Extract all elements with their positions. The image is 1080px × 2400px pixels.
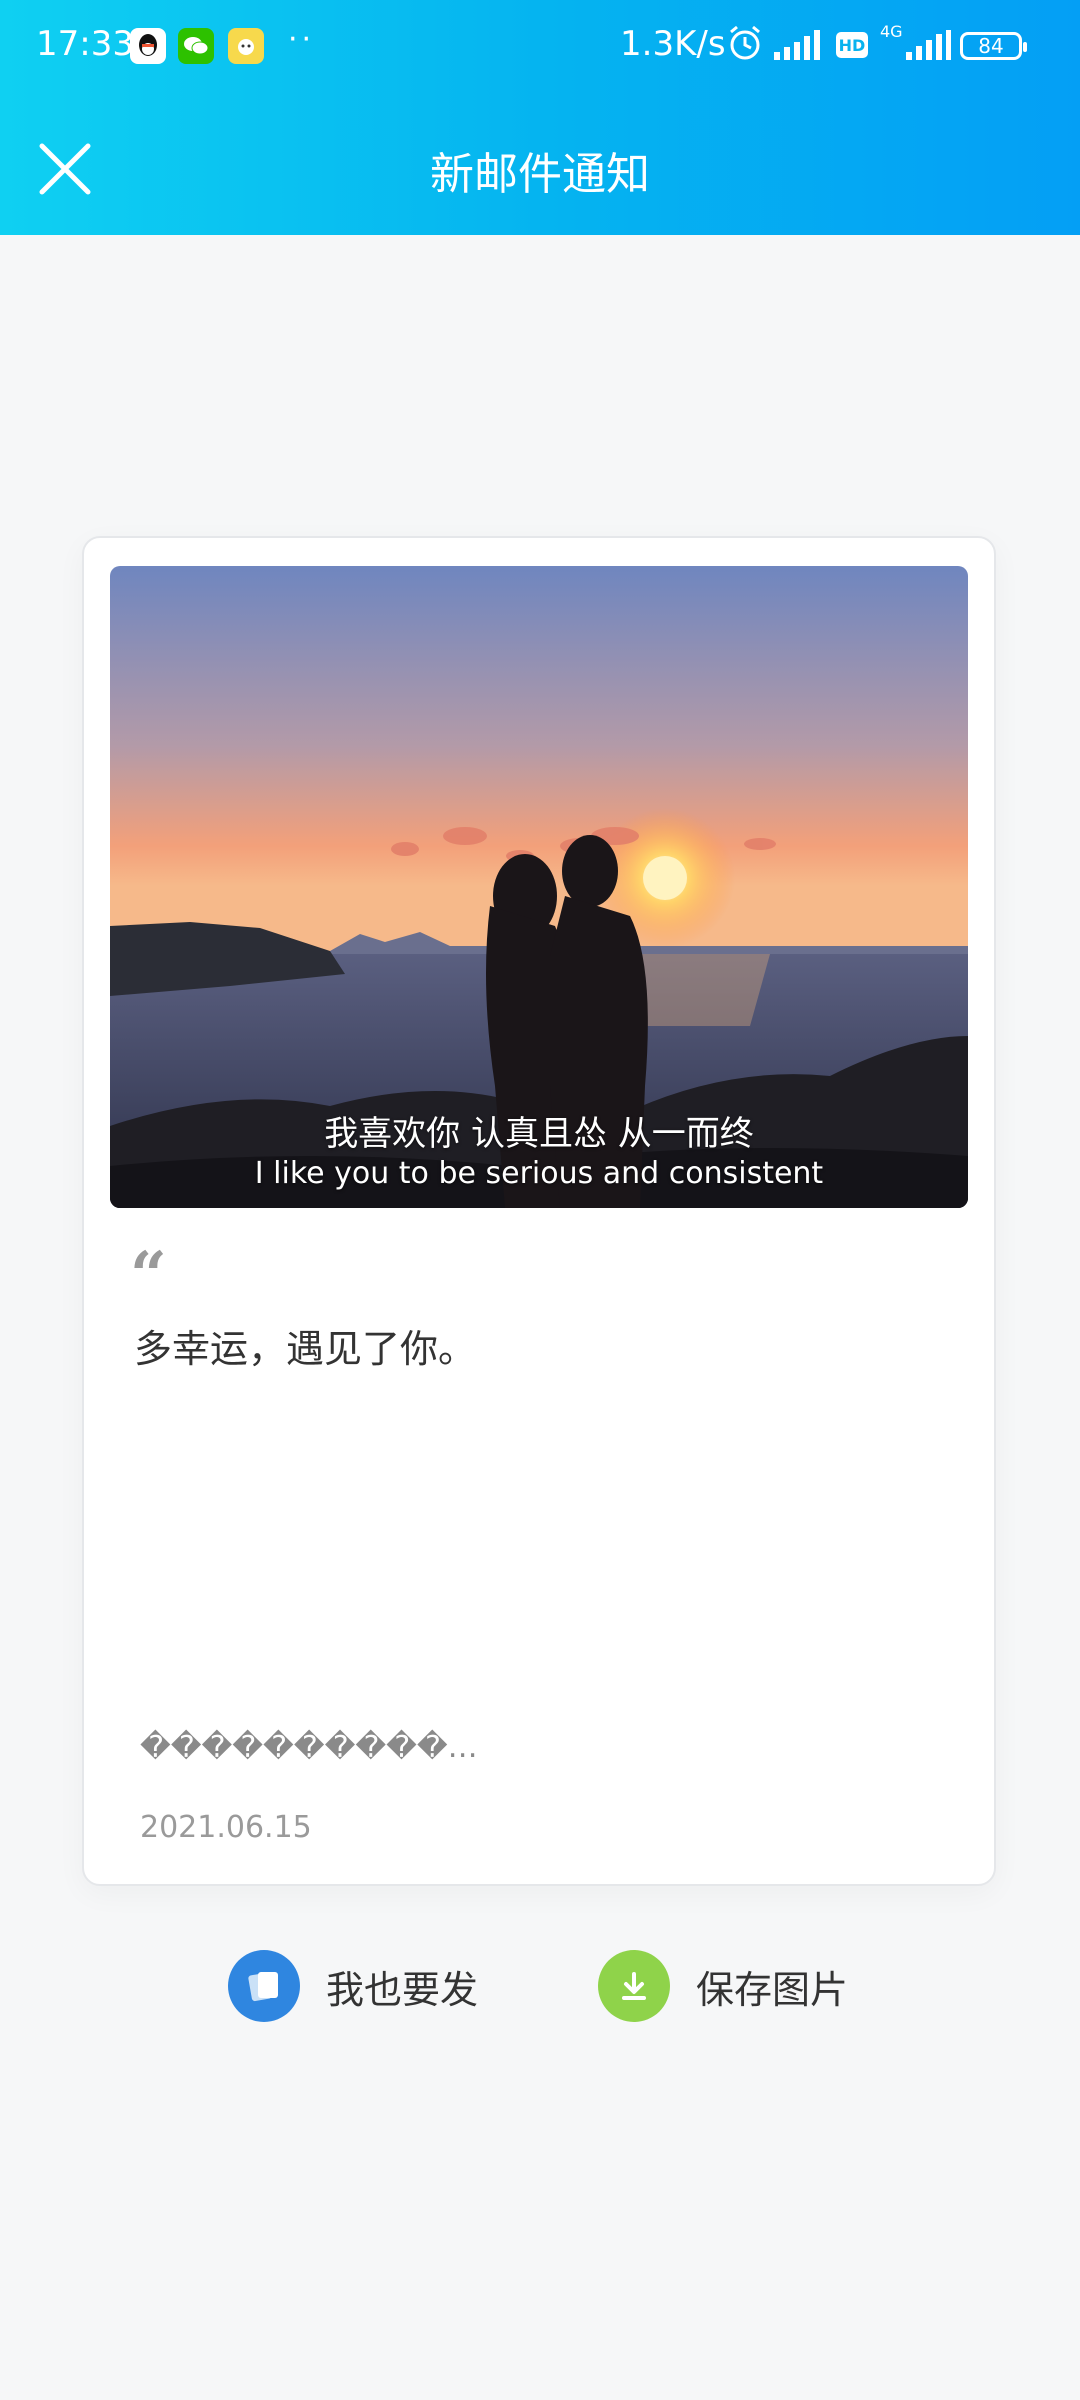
mail-card: 我喜欢你 认真且怂 从一而终 I like you to be serious … [82, 536, 996, 1886]
app-icon [228, 28, 264, 64]
status-dots: ·· [288, 22, 316, 57]
mail-message: 多幸运，遇见了你。 [134, 1327, 477, 1371]
save-image-button[interactable]: 保存图片 [598, 1948, 848, 2024]
send-card-icon [228, 1950, 300, 2022]
qq-icon [130, 28, 166, 64]
hd-badge: HD [836, 32, 868, 58]
sender-name: ����������… [140, 1730, 478, 1765]
download-icon [598, 1950, 670, 2022]
image-caption-en: I like you to be serious and consistent [254, 1156, 824, 1191]
battery-indicator: 84 [960, 32, 1027, 60]
top-header: 17:33 ·· 1.3K/s HD 4G 84 新邮件通知 [0, 0, 1080, 235]
save-image-label: 保存图片 [696, 1967, 849, 2012]
network-type: 4G [880, 22, 903, 41]
alarm-icon [726, 24, 764, 66]
status-time: 17:33 [36, 24, 134, 64]
signal-4g-icon [904, 30, 952, 64]
signal-icon [772, 30, 824, 64]
mail-date: 2021.06.15 [140, 1810, 312, 1845]
send-too-button[interactable]: 我也要发 [228, 1948, 478, 2024]
quote-mark-icon: “ [130, 1238, 167, 1313]
wechat-icon [178, 28, 214, 64]
page-title: 新邮件通知 [430, 149, 650, 200]
network-speed: 1.3K/s [620, 24, 726, 64]
send-too-label: 我也要发 [326, 1967, 479, 2012]
status-bar: 17:33 ·· 1.3K/s HD 4G 84 [0, 0, 1080, 96]
image-caption-zh: 我喜欢你 认真且怂 从一而终 [324, 1114, 754, 1154]
sunset-couple-photo: 我喜欢你 认真且怂 从一而终 I like you to be serious … [110, 566, 968, 1208]
